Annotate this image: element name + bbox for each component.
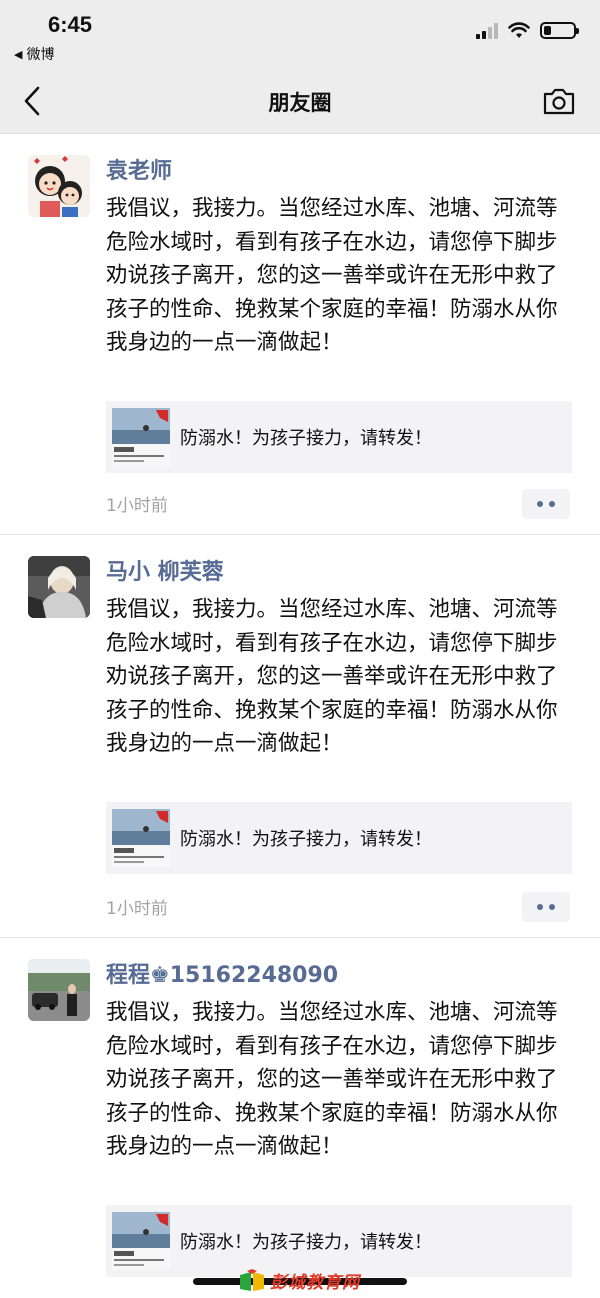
dot-icon xyxy=(549,904,555,910)
wifi-icon xyxy=(508,22,530,38)
cartoon-family-avatar-icon xyxy=(28,155,90,217)
moment-post: 袁老师 我倡议，我接力。当您经过水库、池塘、河流等危险水域时，看到有孩子在水边，… xyxy=(0,135,600,535)
post-author-name[interactable]: 袁老师 xyxy=(106,153,172,185)
post-author-name[interactable]: 程程♚15162248090 xyxy=(106,957,338,989)
battery-level-fill xyxy=(544,26,551,35)
link-title: 防溺水！为孩子接力，请转发！ xyxy=(180,428,432,449)
back-triangle-icon: ◀ xyxy=(14,47,23,61)
back-app-label: 微博 xyxy=(26,47,55,63)
post-timestamp: 1小时前 xyxy=(106,496,168,516)
link-thumbnail xyxy=(112,1212,170,1270)
watermark-text: 彭城教育网 xyxy=(270,1273,360,1293)
post-author-name[interactable]: 马小 柳芙蓉 xyxy=(106,554,224,586)
more-actions-button[interactable] xyxy=(522,489,570,519)
link-thumbnail xyxy=(112,809,170,867)
watermark-logo: 彭城教育网 xyxy=(238,1268,360,1293)
post-text: 我倡议，我接力。当您经过水库、池塘、河流等危险水域时，看到有孩子在水边，请您停下… xyxy=(106,1000,558,1159)
more-actions-button[interactable] xyxy=(522,892,570,922)
shared-link-card[interactable]: 防溺水！为孩子接力，请转发！ xyxy=(106,401,572,473)
dot-icon xyxy=(537,904,543,910)
battery-icon xyxy=(540,22,579,39)
camera-icon[interactable] xyxy=(542,86,576,116)
street-photo-avatar-icon xyxy=(28,959,90,1021)
person-photo-avatar-icon xyxy=(28,556,90,618)
dot-icon xyxy=(537,501,543,507)
link-title: 防溺水！为孩子接力，请转发！ xyxy=(180,1232,432,1253)
moment-post: 程程♚15162248090 我倡议，我接力。当您经过水库、池塘、河流等危险水域… xyxy=(0,939,600,1298)
nav-bar: 朋友圈 xyxy=(0,68,600,134)
shared-link-card[interactable]: 防溺水！为孩子接力，请转发！ xyxy=(106,802,572,874)
dot-icon xyxy=(549,501,555,507)
post-timestamp: 1小时前 xyxy=(106,899,168,919)
status-bar: 6:45 ◀ 微博 xyxy=(0,0,600,68)
book-logo-icon xyxy=(240,1268,264,1291)
shared-link-card[interactable]: 防溺水！为孩子接力，请转发！ xyxy=(106,1205,572,1277)
post-text: 我倡议，我接力。当您经过水库、池塘、河流等危险水域时，看到有孩子在水边，请您停下… xyxy=(106,597,558,756)
status-icons xyxy=(476,22,579,39)
link-title: 防溺水！为孩子接力，请转发！ xyxy=(180,829,432,850)
cellular-signal-icon xyxy=(476,22,498,39)
avatar[interactable] xyxy=(28,556,90,618)
avatar[interactable] xyxy=(28,959,90,1021)
avatar[interactable] xyxy=(28,155,90,217)
moment-post: 马小 柳芙蓉 我倡议，我接力。当您经过水库、池塘、河流等危险水域时，看到有孩子在… xyxy=(0,536,600,938)
page-title: 朋友圈 xyxy=(268,91,332,115)
status-time: 6:45 xyxy=(48,12,93,37)
link-thumbnail xyxy=(112,408,170,466)
back-to-app-link[interactable]: ◀ 微博 xyxy=(14,44,54,64)
post-text: 我倡议，我接力。当您经过水库、池塘、河流等危险水域时，看到有孩子在水边，请您停下… xyxy=(106,196,558,355)
